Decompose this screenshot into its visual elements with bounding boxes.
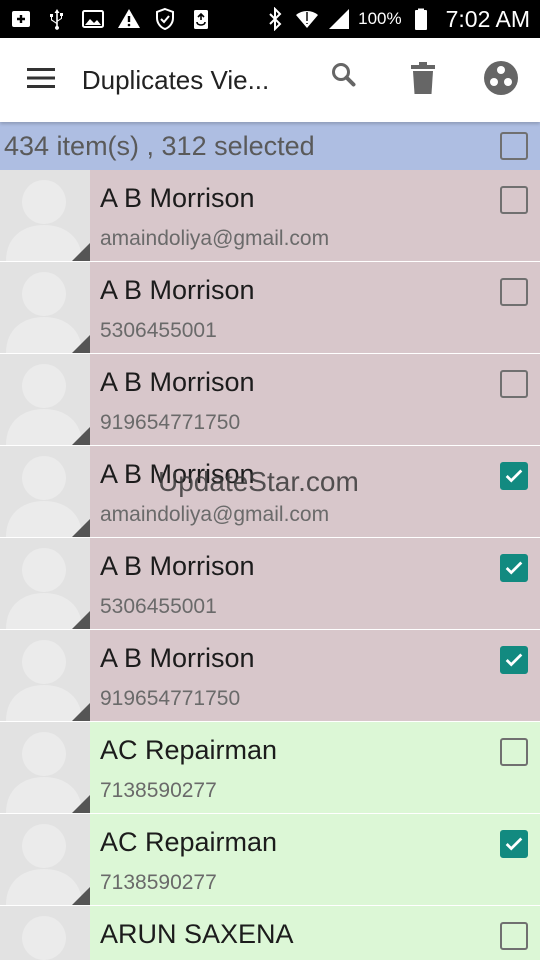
contact-checkbox[interactable] bbox=[500, 278, 528, 306]
contact-name: AC Repairman bbox=[100, 735, 278, 765]
contact-name: A B Morrison bbox=[100, 551, 255, 581]
checkmark-icon bbox=[505, 653, 523, 667]
contact-detail: 919654771750 bbox=[100, 411, 241, 434]
contact-checkbox[interactable] bbox=[500, 462, 528, 490]
contact-detail: 919654771750 bbox=[100, 687, 241, 710]
contact-checkbox[interactable] bbox=[500, 738, 528, 766]
usb-icon bbox=[44, 6, 70, 32]
contact-placeholder-icon bbox=[0, 262, 90, 353]
contact-row-body: A B Morrison 5306455001 bbox=[90, 538, 540, 629]
recycle-icon bbox=[188, 6, 214, 32]
battery-icon bbox=[408, 6, 434, 32]
app-bar-actions bbox=[306, 38, 540, 122]
contact-row[interactable]: A B Morrison amaindoliya@gmail.com bbox=[0, 170, 540, 262]
contact-detail: amaindoliya@gmail.com bbox=[100, 227, 330, 250]
selection-summary-text: 434 item(s) , 312 selected bbox=[4, 130, 315, 161]
contact-name: A B Morrison bbox=[100, 367, 255, 397]
select-all-checkbox[interactable] bbox=[500, 132, 528, 160]
contact-detail: amaindoliya@gmail.com bbox=[100, 503, 330, 526]
more-options-icon bbox=[483, 60, 519, 100]
delete-button[interactable] bbox=[384, 38, 462, 122]
checkmark-icon bbox=[505, 469, 523, 483]
selection-summary-bar: 434 item(s) , 312 selected bbox=[0, 122, 540, 170]
contact-placeholder-icon bbox=[0, 446, 90, 537]
contact-placeholder-icon bbox=[0, 630, 90, 721]
contact-row[interactable]: A B Morrison 919654771750 bbox=[0, 354, 540, 446]
contact-placeholder-icon bbox=[0, 170, 90, 261]
page-title: Duplicates Vie... bbox=[81, 64, 270, 95]
more-options-button[interactable] bbox=[462, 38, 540, 122]
contact-row[interactable]: A B Morrison 919654771750 bbox=[0, 630, 540, 722]
contact-placeholder-icon bbox=[0, 538, 90, 629]
contact-row-body: AC Repairman 7138590277 bbox=[90, 814, 540, 905]
shield-icon bbox=[152, 6, 178, 32]
contact-row-body: ARUN SAXENA bbox=[90, 906, 540, 960]
contact-row[interactable]: A B Morrison 5306455001 bbox=[0, 538, 540, 630]
contact-row-body: A B Morrison 919654771750 bbox=[90, 630, 540, 721]
cell-signal-icon bbox=[326, 6, 352, 32]
contact-row-body: A B Morrison 919654771750 bbox=[90, 354, 540, 445]
avatar bbox=[0, 354, 90, 445]
contact-checkbox[interactable] bbox=[500, 922, 528, 950]
search-icon bbox=[327, 60, 363, 100]
contact-row-body: AC Repairman 7138590277 bbox=[90, 722, 540, 813]
contact-row-body: A B Morrison amaindoliya@gmail.com bbox=[90, 446, 540, 537]
contact-checkbox[interactable] bbox=[500, 830, 528, 858]
wifi-icon bbox=[294, 6, 320, 32]
contact-row[interactable]: A B Morrison amaindoliya@gmail.com bbox=[0, 446, 540, 538]
avatar bbox=[0, 170, 90, 261]
contact-name: ARUN SAXENA bbox=[100, 919, 294, 949]
status-bar-system: 100% 7:02 AM bbox=[262, 0, 540, 38]
contact-detail: 5306455001 bbox=[100, 595, 217, 618]
checkmark-icon bbox=[505, 561, 523, 575]
menu-button[interactable] bbox=[0, 38, 82, 122]
warning-icon bbox=[116, 6, 142, 32]
contact-name: AC Repairman bbox=[100, 827, 278, 857]
avatar bbox=[0, 262, 90, 353]
clock: 7:02 AM bbox=[445, 5, 530, 32]
contact-name: A B Morrison bbox=[100, 183, 255, 213]
contact-placeholder-icon bbox=[0, 354, 90, 445]
avatar bbox=[0, 722, 90, 813]
contact-row[interactable]: A B Morrison 5306455001 bbox=[0, 262, 540, 354]
avatar bbox=[0, 906, 90, 960]
contact-row-body: A B Morrison 5306455001 bbox=[90, 262, 540, 353]
delete-icon bbox=[405, 60, 441, 100]
contact-name: A B Morrison bbox=[100, 643, 255, 673]
status-bar-notifications bbox=[0, 0, 214, 38]
contact-checkbox[interactable] bbox=[500, 554, 528, 582]
contact-placeholder-icon bbox=[0, 814, 90, 905]
contact-checkbox[interactable] bbox=[500, 186, 528, 214]
avatar bbox=[0, 630, 90, 721]
hamburger-menu-icon bbox=[25, 62, 57, 98]
contact-checkbox[interactable] bbox=[500, 646, 528, 674]
contact-name: A B Morrison bbox=[100, 459, 255, 489]
contact-detail: 5306455001 bbox=[100, 319, 217, 342]
contact-placeholder-icon bbox=[0, 906, 90, 960]
status-bar: 100% 7:02 AM bbox=[0, 0, 540, 38]
contact-row[interactable]: AC Repairman 7138590277 bbox=[0, 722, 540, 814]
contact-detail: 7138590277 bbox=[100, 871, 217, 894]
app-bar: Duplicates Vie... bbox=[0, 38, 540, 122]
contact-row-body: A B Morrison amaindoliya@gmail.com bbox=[90, 170, 540, 261]
contact-row[interactable]: ARUN SAXENA bbox=[0, 906, 540, 960]
contact-checkbox[interactable] bbox=[500, 370, 528, 398]
contact-name: A B Morrison bbox=[100, 275, 255, 305]
avatar bbox=[0, 814, 90, 905]
contact-detail: 7138590277 bbox=[100, 779, 217, 802]
image-icon bbox=[80, 6, 106, 32]
contact-row[interactable]: AC Repairman 7138590277 bbox=[0, 814, 540, 906]
duplicate-contacts-list[interactable]: A B Morrison amaindoliya@gmail.com A B M… bbox=[0, 170, 540, 960]
battery-percent: 100% bbox=[358, 9, 402, 28]
add-box-icon bbox=[8, 6, 34, 32]
bluetooth-icon bbox=[262, 6, 288, 32]
avatar bbox=[0, 538, 90, 629]
checkmark-icon bbox=[505, 837, 523, 851]
contact-placeholder-icon bbox=[0, 722, 90, 813]
avatar bbox=[0, 446, 90, 537]
search-button[interactable] bbox=[306, 38, 384, 122]
